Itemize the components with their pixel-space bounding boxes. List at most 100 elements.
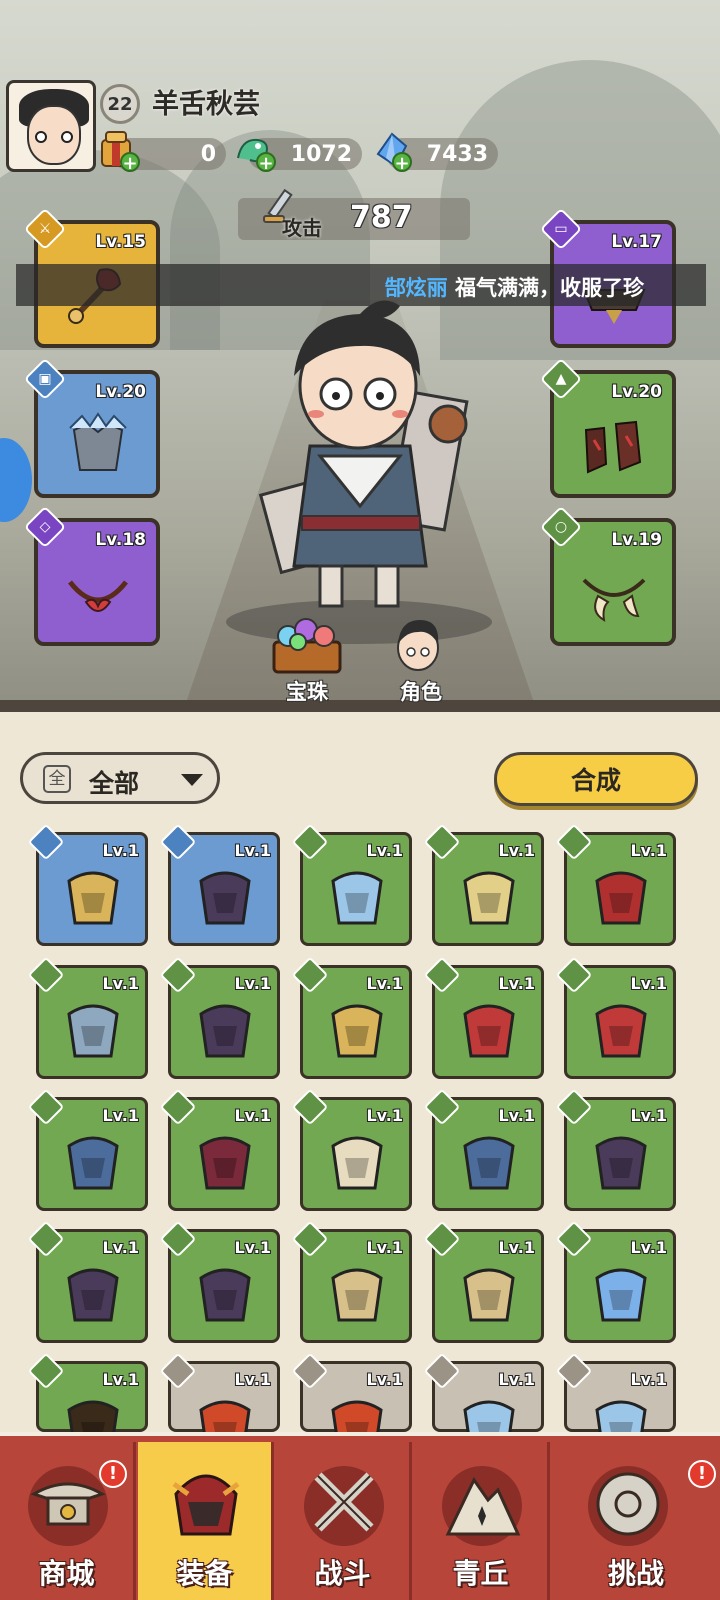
inventory-item[interactable]: Lv.1 <box>159 1352 280 1454</box>
inventory-item[interactable]: Lv.1 <box>555 956 676 1079</box>
inventory-item[interactable]: Lv.1 <box>423 1088 544 1211</box>
equipment-icon <box>595 1136 647 1190</box>
equip-slot-boots[interactable]: ▲ Lv.20 <box>539 357 676 498</box>
scene-divider <box>0 700 720 712</box>
equipment-icon <box>199 1268 251 1322</box>
inventory-item[interactable]: Lv.1 <box>159 1220 280 1343</box>
item-level: Lv.1 <box>234 841 271 860</box>
item-type-icon <box>159 823 197 861</box>
item-type-icon <box>159 1352 197 1390</box>
role-button[interactable]: 角色 <box>376 612 466 704</box>
inventory-item[interactable]: Lv.1 <box>555 823 676 946</box>
item-level: Lv.1 <box>102 974 139 993</box>
item-type-icon <box>159 1088 197 1126</box>
equipment-icon <box>463 1004 515 1058</box>
item-type-icon <box>27 823 65 861</box>
item-type-icon <box>555 1088 593 1126</box>
equip-slot-ring[interactable]: ○ Lv.19 <box>539 505 676 646</box>
equipment-icon <box>331 871 383 925</box>
inventory-item[interactable]: Lv.1 <box>27 1352 148 1454</box>
inventory-item[interactable]: Lv.1 <box>27 1088 148 1211</box>
equipment-icon <box>67 1004 119 1058</box>
tab-battle-label: 战斗 <box>314 1557 371 1590</box>
hero-character[interactable] <box>250 296 470 626</box>
inventory-item[interactable]: Lv.1 <box>159 956 280 1079</box>
equipment-icon <box>331 1136 383 1190</box>
item-type-icon <box>291 1088 329 1126</box>
equipment-icon <box>595 871 647 925</box>
item-level: Lv.1 <box>366 974 403 993</box>
add-crystal-button[interactable]: + <box>392 152 412 173</box>
inventory-item[interactable]: Lv.1 <box>27 1220 148 1343</box>
item-level: Lv.1 <box>366 841 403 860</box>
equip-slot-armor[interactable]: ▣ Lv.20 <box>23 357 160 498</box>
item-type-icon <box>423 1352 461 1390</box>
item-level: Lv.1 <box>366 1106 403 1125</box>
inventory-item[interactable]: Lv.1 <box>291 1220 412 1343</box>
item-level: Lv.1 <box>630 841 667 860</box>
inventory-item[interactable]: Lv.1 <box>159 823 280 946</box>
inventory-item[interactable]: Lv.1 <box>291 1088 412 1211</box>
item-type-icon <box>159 1220 197 1258</box>
equip-slot-necklace[interactable]: ◇ Lv.18 <box>23 505 160 646</box>
item-level: Lv.1 <box>498 1238 535 1257</box>
item-type-icon <box>159 956 197 994</box>
item-level: Lv.1 <box>630 1106 667 1125</box>
merge-button[interactable]: 合成 <box>494 752 698 806</box>
inventory-item[interactable]: Lv.1 <box>423 1352 544 1454</box>
shop-alert-badge: ! <box>99 1460 127 1488</box>
item-type-icon <box>291 956 329 994</box>
tab-shop[interactable]: ! 商城 <box>0 1442 136 1600</box>
item-level: Lv.1 <box>366 1370 403 1389</box>
tab-challenge[interactable]: ! 挑战 <box>552 1442 720 1600</box>
inventory-item[interactable]: Lv.1 <box>423 823 544 946</box>
equipment-icon <box>199 1004 251 1058</box>
inventory-item[interactable]: Lv.1 <box>291 823 412 946</box>
item-type-icon <box>423 1088 461 1126</box>
inventory-item[interactable]: Lv.1 <box>555 1220 676 1343</box>
bottom-tab-bar: ! 商城 装备 战斗 青丘 ! 挑战 <box>0 1432 720 1600</box>
item-type-icon <box>27 956 65 994</box>
player-avatar[interactable] <box>6 80 96 172</box>
item-level: Lv.1 <box>498 1106 535 1125</box>
orbs-button[interactable]: 宝珠 <box>262 612 352 704</box>
gong-icon <box>588 1466 668 1546</box>
item-level: Lv.1 <box>630 1238 667 1257</box>
inventory-item[interactable]: Lv.1 <box>423 1220 544 1343</box>
item-type-icon <box>291 1220 329 1258</box>
inventory-item[interactable]: Lv.1 <box>291 1352 412 1454</box>
fang-pendant-icon <box>582 578 646 622</box>
item-level: Lv.1 <box>498 1370 535 1389</box>
add-gift-pack-button[interactable]: + <box>120 152 140 173</box>
category-filter-dropdown[interactable]: 全 全部 <box>20 752 220 804</box>
frost-armor-icon <box>69 412 127 471</box>
item-level: Lv.1 <box>630 1370 667 1389</box>
attack-value: 787 <box>350 200 413 235</box>
inventory-item[interactable]: Lv.1 <box>423 956 544 1079</box>
inventory-item[interactable]: Lv.1 <box>159 1088 280 1211</box>
equipment-icon <box>67 871 119 925</box>
inventory-item[interactable]: Lv.1 <box>291 956 412 1079</box>
item-level: Lv.1 <box>234 1238 271 1257</box>
equipment-icon <box>463 871 515 925</box>
challenge-alert-badge: ! <box>688 1460 716 1488</box>
add-jade-dragon-button[interactable]: + <box>256 152 276 173</box>
mountain-icon <box>442 1466 522 1546</box>
equipment-icon <box>463 1136 515 1190</box>
orbs-label: 宝珠 <box>286 680 328 704</box>
equipment-icon <box>199 871 251 925</box>
player-level-badge: 22 <box>100 84 140 124</box>
tab-battle[interactable]: 战斗 <box>276 1442 412 1600</box>
item-type-icon <box>291 823 329 861</box>
item-level: Lv.1 <box>630 974 667 993</box>
tab-equipment[interactable]: 装备 <box>138 1442 274 1600</box>
player-name: 羊舌秋芸 <box>152 89 260 120</box>
inventory-item[interactable]: Lv.1 <box>555 1088 676 1211</box>
inventory-item[interactable]: Lv.1 <box>27 956 148 1079</box>
inventory-item[interactable]: Lv.1 <box>555 1352 676 1454</box>
item-type-icon <box>423 1220 461 1258</box>
tab-qingqiu[interactable]: 青丘 <box>414 1442 550 1600</box>
broadcast-message: 福气满满，收服了珍 <box>455 276 644 300</box>
inventory-item[interactable]: Lv.1 <box>27 823 148 946</box>
item-level: Lv.1 <box>102 841 139 860</box>
